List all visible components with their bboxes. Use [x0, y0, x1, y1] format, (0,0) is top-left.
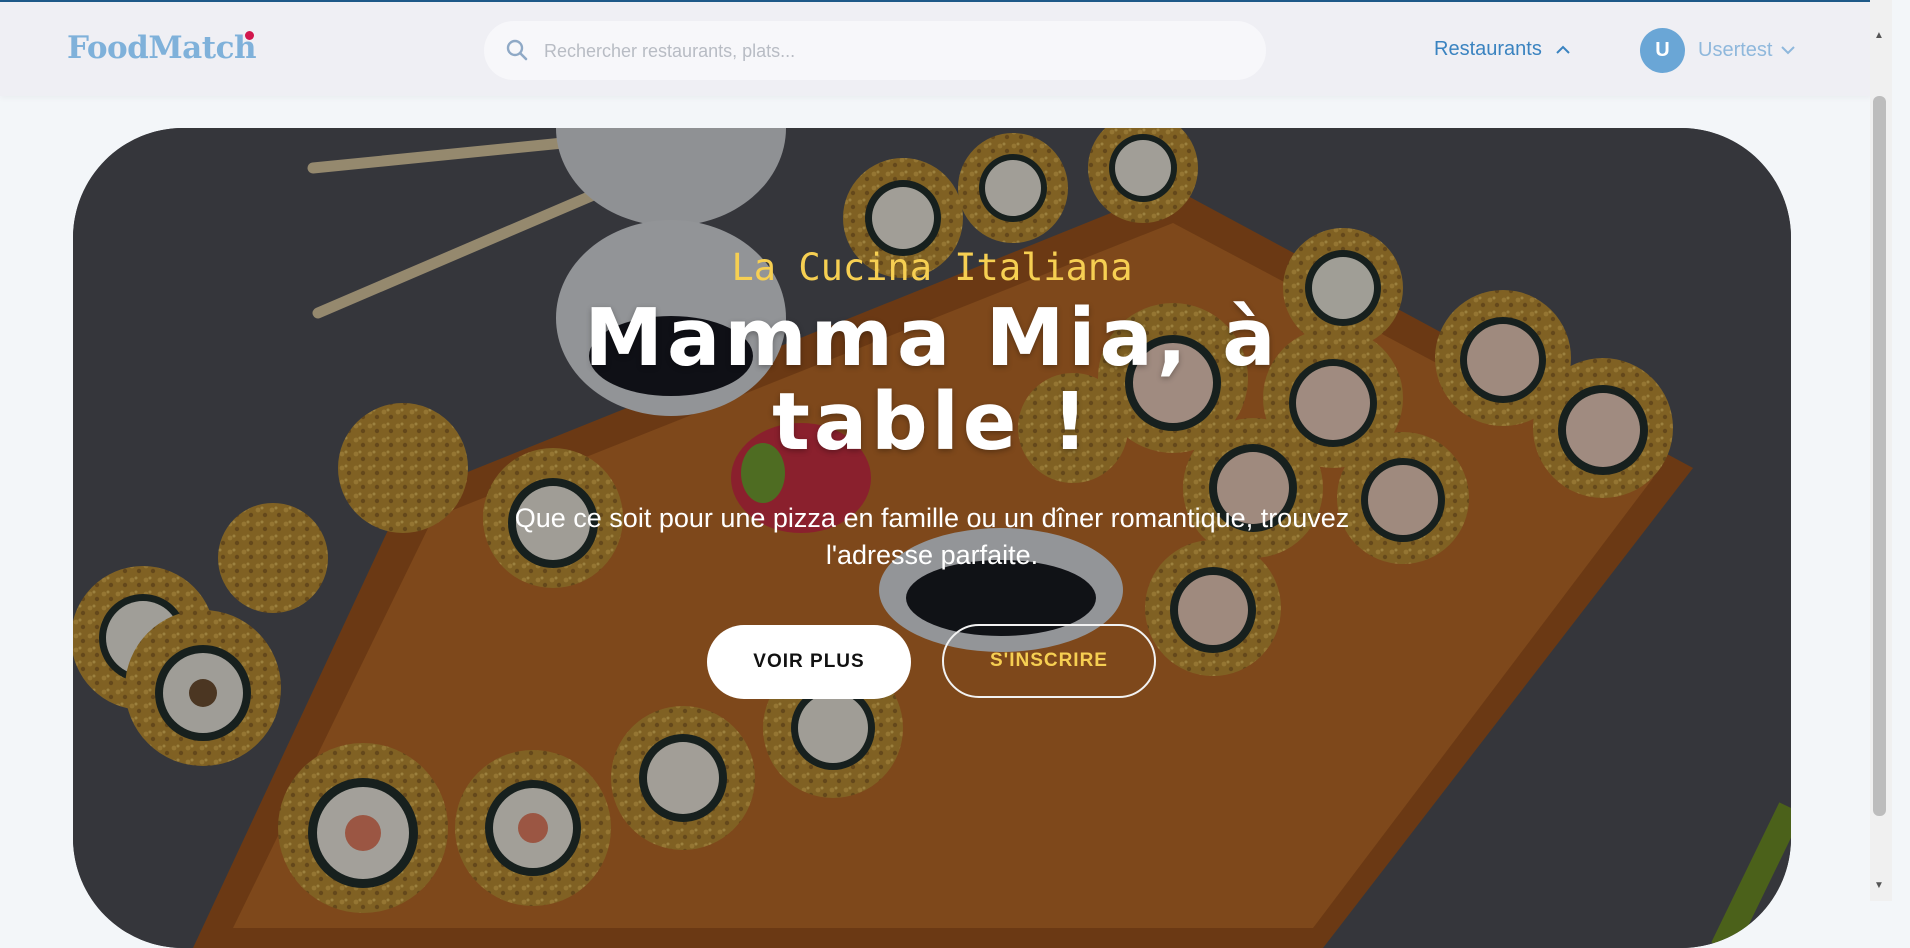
- search-icon: [506, 39, 528, 61]
- search-bar[interactable]: [484, 21, 1266, 80]
- hero-eyebrow: La Cucina Italiana: [731, 246, 1133, 289]
- hero-subtitle: Que ce soit pour une pizza en famille ou…: [514, 503, 1350, 570]
- user-name: Usertest: [1698, 39, 1773, 61]
- hero-title: Mamma Mia, à table !: [584, 292, 1280, 468]
- restaurants-menu-label: Restaurants: [1434, 38, 1542, 60]
- brand-logo-dot: [245, 31, 254, 40]
- brand-logo[interactable]: FoodMatch: [67, 30, 256, 66]
- scrollbar-thumb[interactable]: [1873, 96, 1886, 816]
- signup-button[interactable]: S'INSCRIRE: [942, 624, 1156, 698]
- see-more-button[interactable]: VOIR PLUS: [707, 625, 911, 699]
- user-menu[interactable]: U Usertest: [1640, 28, 1796, 73]
- restaurants-menu[interactable]: Restaurants: [1434, 38, 1570, 61]
- chevron-down-icon: [1781, 46, 1796, 55]
- search-input[interactable]: [542, 35, 1246, 67]
- scroll-up-arrow-icon[interactable]: ▲: [1874, 30, 1884, 41]
- scroll-down-arrow-icon[interactable]: ▼: [1874, 880, 1884, 891]
- avatar: U: [1640, 28, 1685, 73]
- hero-banner: La Cucina Italiana Mamma Mia, à table ! …: [73, 128, 1791, 948]
- chevron-up-icon: [1556, 45, 1570, 54]
- top-navbar: FoodMatch Restaurants U Usertest: [0, 2, 1872, 96]
